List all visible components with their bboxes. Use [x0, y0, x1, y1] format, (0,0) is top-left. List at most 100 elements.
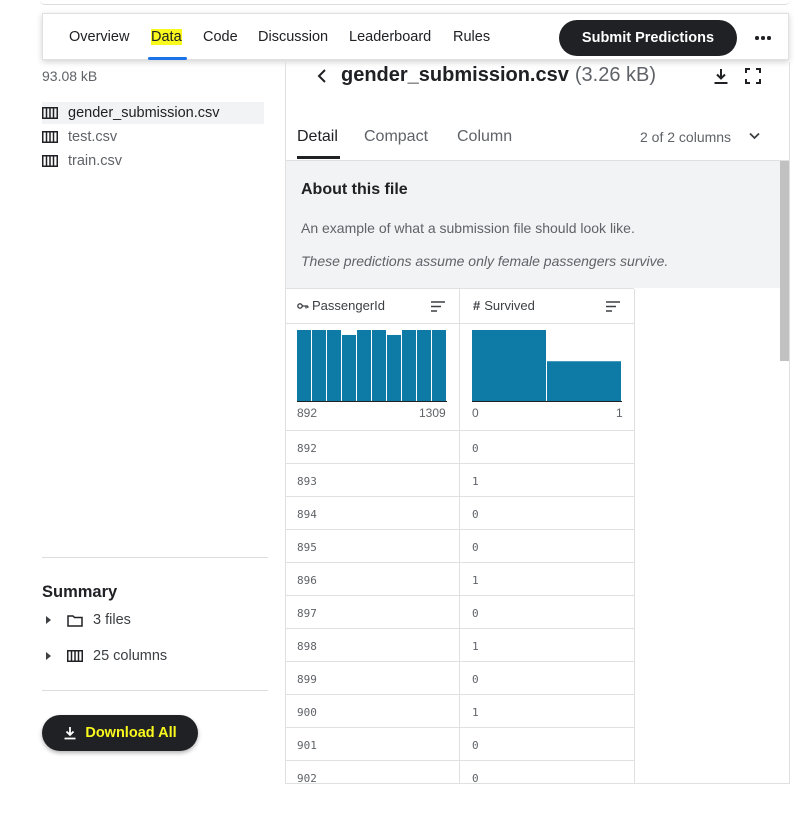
cell-passengerid: 898	[297, 640, 317, 653]
summary-columns-label: 25 columns	[93, 648, 168, 664]
file-item-label: gender_submission.csv	[68, 105, 220, 121]
cell-passengerid: 894	[297, 508, 317, 521]
sidebar-divider	[42, 690, 268, 691]
hash-icon: #	[473, 298, 481, 313]
sort-icon[interactable]	[431, 301, 445, 312]
table-icon	[42, 107, 58, 119]
download-all-button[interactable]: Download All	[42, 715, 198, 751]
tab-leaderboard[interactable]: Leaderboard	[349, 29, 431, 45]
sort-icon[interactable]	[606, 301, 620, 312]
tab-data[interactable]: Data	[151, 29, 182, 45]
dataset-size: 93.08 kB	[42, 68, 98, 84]
cell-survived: 1	[472, 706, 479, 719]
table-row-divider	[286, 463, 634, 464]
header-divider	[286, 323, 634, 324]
table-row-divider	[286, 595, 634, 596]
cell-passengerid: 901	[297, 739, 317, 752]
cell-passengerid: 899	[297, 673, 317, 686]
file-item-train[interactable]: train.csv	[42, 150, 264, 172]
column-header-label: PassengerId	[312, 298, 385, 313]
column-header-survived[interactable]: # Survived	[473, 298, 535, 313]
sidebar-divider	[42, 557, 268, 558]
summary-files-label: 3 files	[93, 612, 131, 628]
passengerid-histogram	[297, 330, 447, 402]
cell-passengerid: 896	[297, 574, 317, 587]
back-chevron-icon[interactable]	[313, 67, 331, 85]
cell-survived: 0	[472, 442, 479, 455]
cell-survived: 0	[472, 607, 479, 620]
about-file-title: About this file	[301, 181, 408, 198]
folder-icon	[67, 614, 83, 627]
file-item-label: test.csv	[68, 129, 118, 145]
submit-predictions-button[interactable]: Submit Predictions	[559, 20, 737, 56]
column-divider	[459, 289, 460, 784]
column-divider	[634, 289, 635, 784]
about-file-description: An example of what a submission file sho…	[301, 220, 635, 236]
competition-navbar: Overview Data Code Discussion Leaderboar…	[42, 13, 789, 60]
table-icon	[42, 131, 58, 143]
histogram-max-label: 1	[616, 406, 623, 420]
survived-histogram	[472, 330, 622, 402]
active-tab-indicator	[148, 57, 187, 60]
histogram-bar	[417, 330, 431, 401]
cell-survived: 1	[472, 574, 479, 587]
file-item-gender-submission[interactable]: gender_submission.csv	[42, 102, 264, 124]
file-item-test[interactable]: test.csv	[42, 126, 264, 148]
file-title: gender_submission.csv (3.26 kB)	[341, 64, 656, 87]
histogram-min-label: 0	[472, 406, 479, 420]
histogram-min-label: 892	[297, 406, 318, 420]
download-icon[interactable]	[712, 67, 730, 85]
tab-detail[interactable]: Detail	[297, 128, 338, 146]
tab-discussion[interactable]: Discussion	[258, 29, 328, 45]
summary-files-row[interactable]: 3 files	[46, 612, 131, 628]
summary-columns-row[interactable]: 25 columns	[46, 648, 167, 664]
cell-passengerid: 900	[297, 706, 317, 719]
tab-overview[interactable]: Overview	[69, 29, 129, 45]
active-tab-indicator	[297, 156, 340, 159]
tab-compact[interactable]: Compact	[364, 128, 428, 146]
download-all-label: Download All	[85, 725, 177, 741]
cell-survived: 1	[472, 475, 479, 488]
table-row-divider	[286, 661, 634, 662]
more-dots-icon	[754, 36, 772, 40]
summary-heading: Summary	[42, 583, 118, 601]
cell-survived: 0	[472, 673, 479, 686]
column-header-passengerid[interactable]: PassengerId	[297, 298, 385, 313]
caret-right-icon	[46, 652, 51, 660]
cell-passengerid: 893	[297, 475, 317, 488]
tab-column[interactable]: Column	[457, 128, 512, 146]
tab-rules[interactable]: Rules	[453, 29, 490, 45]
histogram-bar	[472, 330, 546, 401]
about-file-note: These predictions assume only female pas…	[301, 253, 669, 269]
more-options-button[interactable]	[749, 24, 777, 52]
histogram-bar	[342, 334, 356, 401]
histogram-bar	[312, 330, 326, 401]
caret-right-icon	[46, 616, 51, 624]
cell-survived: 0	[472, 508, 479, 521]
table-row-divider	[286, 727, 634, 728]
cell-passengerid: 902	[297, 772, 317, 785]
table-row-divider	[286, 760, 634, 761]
cell-survived: 0	[472, 541, 479, 554]
cell-survived: 0	[472, 739, 479, 752]
columns-selector[interactable]: 2 of 2 columns	[640, 129, 731, 145]
histogram-bar	[547, 361, 621, 401]
panel-scrollbar[interactable]	[780, 161, 789, 361]
table-row-divider	[286, 562, 634, 563]
table-icon	[67, 650, 83, 662]
file-size: (3.26 kB)	[574, 64, 657, 86]
chevron-down-icon[interactable]	[748, 131, 761, 141]
download-icon	[64, 727, 76, 740]
cell-passengerid: 897	[297, 607, 317, 620]
histogram-bar	[327, 330, 341, 401]
table-row-divider	[286, 694, 634, 695]
fullscreen-icon[interactable]	[744, 67, 762, 85]
histogram-divider	[286, 430, 634, 431]
histogram-bar	[432, 330, 446, 401]
tab-code[interactable]: Code	[203, 29, 238, 45]
cell-passengerid: 892	[297, 442, 317, 455]
histogram-bar	[372, 330, 386, 401]
histogram-bar	[387, 334, 401, 401]
cell-passengerid: 895	[297, 541, 317, 554]
histogram-bar	[297, 330, 311, 401]
